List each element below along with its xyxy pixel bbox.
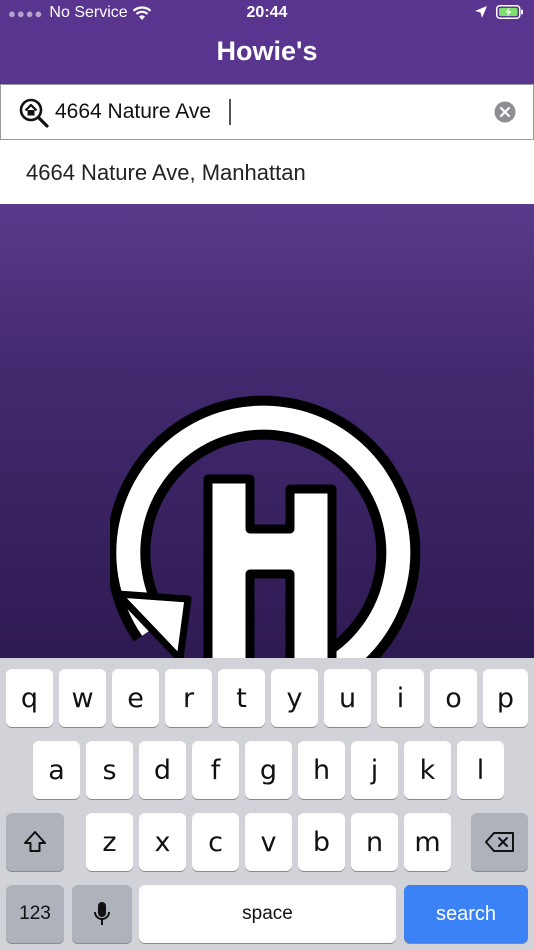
key-w[interactable]: w bbox=[59, 669, 106, 727]
search-input[interactable] bbox=[55, 95, 475, 129]
home-search-icon bbox=[19, 98, 49, 128]
key-e[interactable]: e bbox=[112, 669, 159, 727]
key-j[interactable]: j bbox=[351, 741, 398, 799]
backspace-icon bbox=[484, 832, 514, 852]
location-arrow-icon bbox=[475, 6, 487, 18]
key-i[interactable]: i bbox=[377, 669, 424, 727]
page-title: Howie's bbox=[216, 36, 318, 66]
shift-key[interactable] bbox=[6, 813, 64, 871]
key-a[interactable]: a bbox=[33, 741, 80, 799]
key-n[interactable]: n bbox=[351, 813, 398, 871]
navigation-bar: Howie's bbox=[0, 28, 534, 84]
search-key[interactable]: search bbox=[404, 885, 528, 943]
address-suggestion[interactable]: 4664 Nature Ave, Manhattan bbox=[0, 140, 534, 204]
text-cursor bbox=[229, 99, 231, 125]
key-k[interactable]: k bbox=[404, 741, 451, 799]
clear-text-icon[interactable] bbox=[494, 101, 516, 123]
keyboard: q w e r t y u i o p a s d f g h j k l z … bbox=[0, 658, 534, 950]
microphone-icon bbox=[94, 902, 110, 925]
key-f[interactable]: f bbox=[192, 741, 239, 799]
key-b[interactable]: b bbox=[298, 813, 345, 871]
key-y[interactable]: y bbox=[271, 669, 318, 727]
howies-logo-icon bbox=[110, 395, 421, 660]
key-t[interactable]: t bbox=[218, 669, 265, 727]
status-bar: ●●●● No Service 20:44 bbox=[0, 0, 534, 28]
key-h[interactable]: h bbox=[298, 741, 345, 799]
key-l[interactable]: l bbox=[457, 741, 504, 799]
key-u[interactable]: u bbox=[324, 669, 371, 727]
status-time: 20:44 bbox=[246, 4, 288, 21]
shift-arrow-icon bbox=[24, 831, 46, 852]
space-key[interactable]: space bbox=[139, 885, 396, 943]
status-right bbox=[474, 5, 524, 19]
suggestion-label: 4664 Nature Ave, Manhattan bbox=[26, 160, 306, 185]
key-o[interactable]: o bbox=[430, 669, 477, 727]
battery-charging-icon bbox=[496, 5, 523, 19]
backspace-key[interactable] bbox=[471, 813, 528, 871]
key-r[interactable]: r bbox=[165, 669, 212, 727]
key-c[interactable]: c bbox=[192, 813, 239, 871]
key-d[interactable]: d bbox=[139, 741, 186, 799]
search-bar[interactable] bbox=[0, 84, 534, 140]
key-m[interactable]: m bbox=[404, 813, 451, 871]
key-s[interactable]: s bbox=[86, 741, 133, 799]
numbers-key[interactable]: 123 bbox=[6, 885, 64, 943]
key-q[interactable]: q bbox=[6, 669, 53, 727]
key-g[interactable]: g bbox=[245, 741, 292, 799]
key-z[interactable]: z bbox=[86, 813, 133, 871]
key-x[interactable]: x bbox=[139, 813, 186, 871]
key-p[interactable]: p bbox=[483, 669, 528, 727]
background-area bbox=[0, 204, 534, 660]
dictation-key[interactable] bbox=[72, 885, 132, 943]
key-v[interactable]: v bbox=[245, 813, 292, 871]
